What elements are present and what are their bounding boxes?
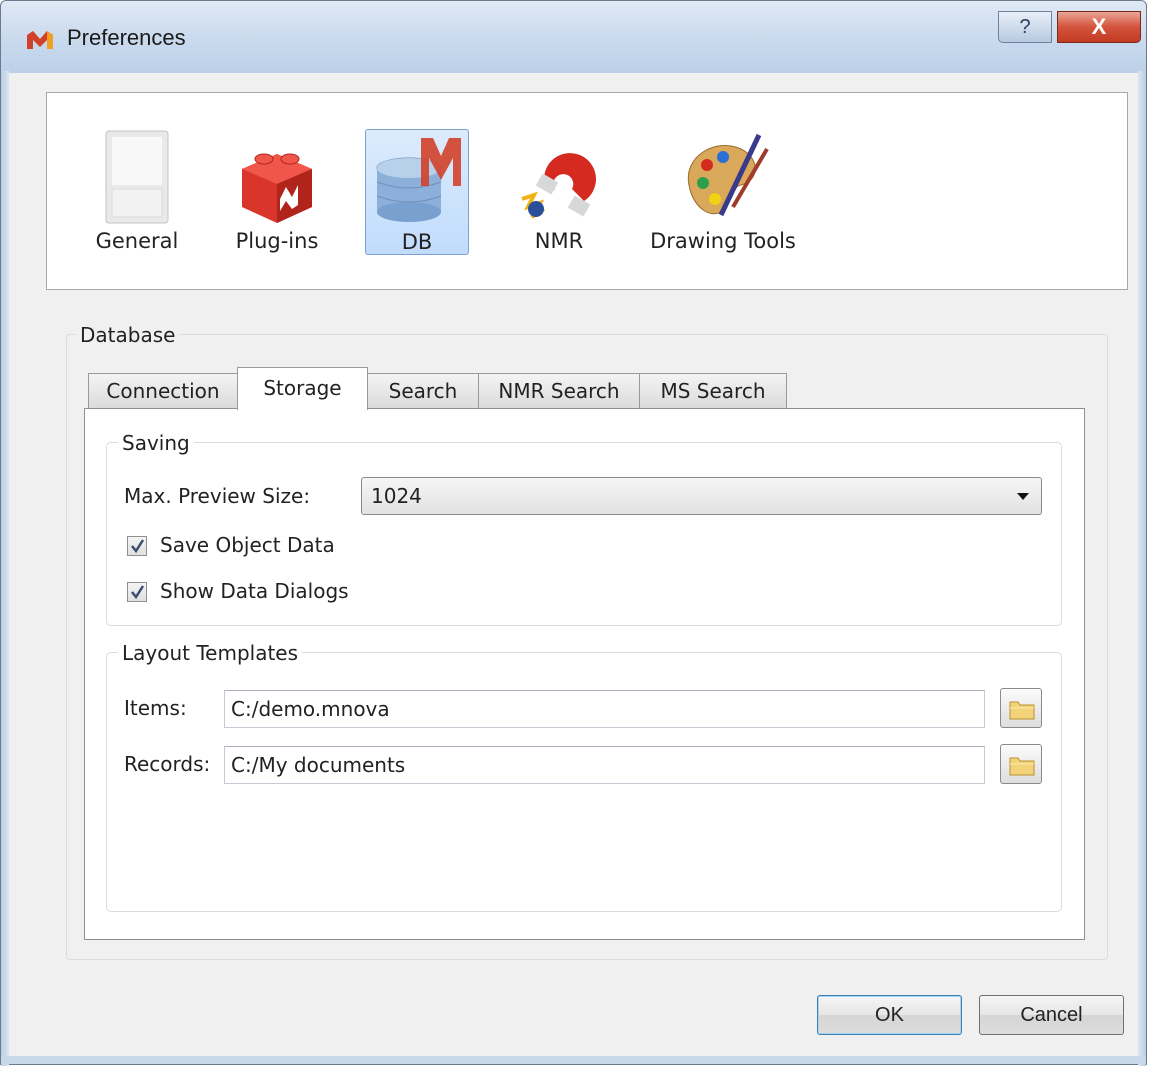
folder-icon: [1009, 701, 1035, 720]
tab-nmr-search[interactable]: NMR Search: [478, 373, 640, 409]
items-path-value: C:/demo.mnova: [231, 697, 390, 721]
title-bar[interactable]: Preferences ? X: [1, 1, 1146, 73]
tab-connection[interactable]: Connection: [88, 373, 238, 409]
plugins-icon: [242, 153, 312, 223]
category-nmr-label: NMR: [534, 229, 584, 253]
window-title: Preferences: [67, 25, 186, 50]
save-object-data-checkbox[interactable]: [127, 536, 147, 556]
records-path-value: C:/My documents: [231, 753, 406, 777]
category-db[interactable]: DB: [365, 129, 469, 255]
tab-connection-label: Connection: [106, 379, 220, 403]
max-preview-size-label: Max. Preview Size:: [124, 484, 311, 508]
window-frame-left: [1, 71, 9, 1066]
save-object-data-label[interactable]: Save Object Data: [160, 533, 335, 557]
chevron-down-icon: [1017, 493, 1029, 500]
category-panel: General Plug-ins DB NMR Drawing Tools: [46, 92, 1128, 290]
saving-group-title: Saving: [118, 431, 194, 455]
database-group-title: Database: [76, 323, 180, 347]
tab-storage[interactable]: Storage: [237, 367, 368, 410]
items-browse-button[interactable]: [1000, 688, 1042, 728]
tab-nmr-search-label: NMR Search: [498, 379, 620, 403]
window-frame-right: [1138, 71, 1146, 1066]
tab-ms-search-label: MS Search: [660, 379, 766, 403]
layout-templates-group-title: Layout Templates: [118, 641, 303, 665]
ok-button-label: OK: [875, 1004, 904, 1026]
help-button[interactable]: ?: [998, 11, 1052, 43]
category-general[interactable]: General: [87, 129, 187, 255]
help-icon: ?: [1019, 16, 1031, 38]
records-browse-button[interactable]: [1000, 744, 1042, 784]
show-data-dialogs-label[interactable]: Show Data Dialogs: [160, 579, 349, 603]
items-path-input[interactable]: C:/demo.mnova: [224, 690, 985, 728]
tab-ms-search[interactable]: MS Search: [639, 373, 787, 409]
tab-search[interactable]: Search: [367, 373, 479, 409]
close-button[interactable]: X: [1057, 11, 1141, 43]
category-plugins[interactable]: Plug-ins: [227, 129, 327, 255]
window-frame-bottom: [1, 1056, 1146, 1064]
category-plugins-label: Plug-ins: [235, 229, 319, 253]
category-general-label: General: [95, 229, 179, 253]
category-drawing-tools-label: Drawing Tools: [650, 229, 796, 253]
nmr-icon: [521, 153, 596, 219]
mestrenova-app-icon: [27, 31, 53, 49]
ok-button[interactable]: OK: [817, 995, 962, 1035]
checkmark-icon: [131, 539, 145, 554]
category-nmr[interactable]: NMR: [509, 129, 609, 255]
items-label: Items:: [124, 696, 187, 720]
category-drawing-tools[interactable]: Drawing Tools: [643, 129, 803, 255]
category-db-label: DB: [401, 230, 433, 254]
db-icon: [376, 138, 461, 222]
checkmark-icon: [131, 585, 145, 600]
records-label: Records:: [124, 752, 211, 776]
max-preview-size-select[interactable]: 1024: [361, 477, 1042, 515]
general-icon: [105, 130, 169, 224]
tab-search-label: Search: [388, 379, 458, 403]
show-data-dialogs-checkbox[interactable]: [127, 582, 147, 602]
tab-storage-label: Storage: [263, 376, 342, 400]
records-path-input[interactable]: C:/My documents: [224, 746, 985, 784]
cancel-button[interactable]: Cancel: [979, 995, 1124, 1035]
cancel-button-label: Cancel: [1020, 1004, 1083, 1026]
folder-icon: [1009, 757, 1035, 776]
max-preview-size-value: 1024: [371, 484, 422, 508]
close-icon: X: [1091, 14, 1107, 39]
drawing-tools-icon: [687, 133, 769, 217]
